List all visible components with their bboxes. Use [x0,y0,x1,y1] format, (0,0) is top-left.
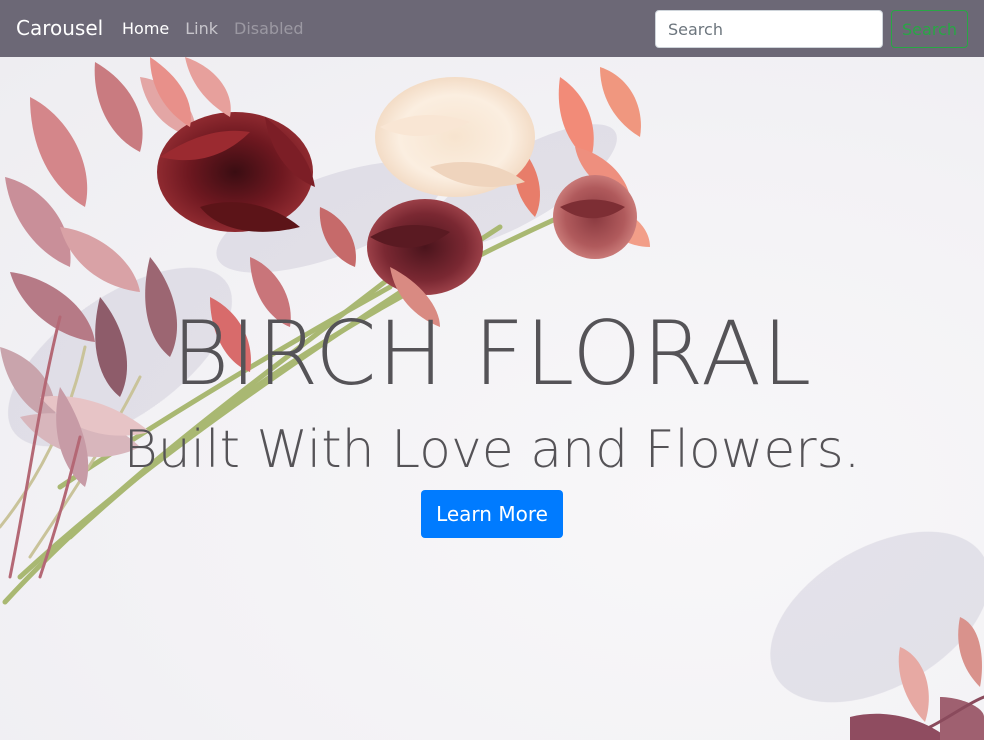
hero-title: BIRCH FLORAL [171,302,813,405]
nav-link-home[interactable]: Home [122,18,169,39]
nav-link-link[interactable]: Link [185,18,218,39]
dusty-rose-bloom [553,175,637,259]
nav-link-disabled: Disabled [234,19,304,38]
top-navbar: Carousel Home Link Disabled Search [0,0,984,57]
search-input[interactable] [655,10,883,48]
page: Carousel Home Link Disabled Search Searc… [0,0,984,740]
search-button[interactable]: Search [891,10,968,48]
nav-links: Home Link Disabled [122,18,304,39]
cream-carnation [375,77,535,197]
learn-more-button[interactable]: Learn More [421,490,563,538]
hero-carousel-slide: BIRCH FLORAL Built With Love and Flowers… [0,57,984,740]
hero-subtitle: Built With Love and Flowers. [123,420,861,480]
brand-link[interactable]: Carousel [16,16,103,41]
